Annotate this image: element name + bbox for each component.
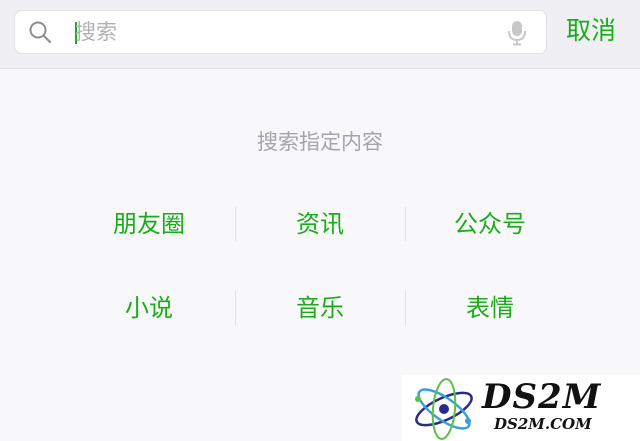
category-novels[interactable]: 小说: [64, 290, 234, 326]
cancel-button[interactable]: 取消: [566, 14, 616, 48]
search-field[interactable]: [14, 10, 547, 54]
atom-logo-icon: [415, 378, 473, 440]
watermark: DS2M DS2M.COM: [402, 375, 640, 441]
watermark-url: DS2M.COM: [494, 415, 592, 433]
category-news[interactable]: 资讯: [235, 206, 405, 242]
search-bar: 取消: [0, 0, 640, 69]
category-stickers[interactable]: 表情: [405, 290, 575, 326]
search-hint-title: 搜索指定内容: [257, 130, 383, 154]
watermark-title: DS2M: [482, 377, 602, 417]
search-icon: [29, 21, 52, 44]
category-music[interactable]: 音乐: [235, 290, 405, 326]
search-input[interactable]: [73, 16, 505, 48]
category-moments[interactable]: 朋友圈: [64, 206, 234, 242]
category-official-accounts[interactable]: 公众号: [405, 206, 575, 242]
microphone-icon[interactable]: [506, 20, 528, 46]
